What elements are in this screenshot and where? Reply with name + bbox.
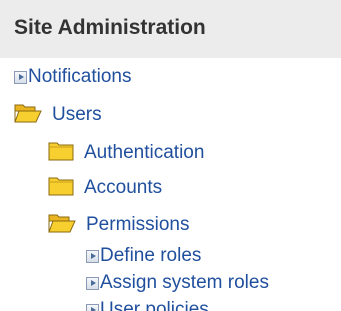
tree-item-permissions[interactable]: Permissions	[48, 210, 189, 240]
tree-item-define-roles[interactable]: Define roles	[86, 241, 201, 271]
admin-tree: Notifications Users Authentication Accou…	[0, 0, 341, 311]
tree-item-label: Authentication	[84, 142, 205, 163]
folder-closed-icon	[48, 140, 74, 167]
tree-item-label: Permissions	[86, 214, 190, 235]
tree-item-label: Users	[52, 104, 102, 125]
tree-item-user-policies[interactable]: User policies	[86, 295, 209, 311]
tree-item-notifications[interactable]: Notifications	[14, 62, 132, 92]
tree-item-accounts[interactable]: Accounts	[48, 173, 162, 203]
tree-item-label: Notifications	[28, 66, 132, 87]
leaf-arrow-icon	[86, 276, 99, 290]
tree-item-label: Define roles	[100, 245, 202, 266]
leaf-arrow-icon	[86, 249, 99, 263]
tree-item-label: User policies	[100, 299, 209, 311]
tree-item-label: Assign system roles	[100, 272, 269, 293]
tree-item-label: Accounts	[84, 177, 163, 198]
folder-open-icon	[14, 102, 42, 129]
leaf-arrow-icon	[86, 303, 99, 311]
folder-closed-icon	[48, 175, 74, 202]
folder-open-icon	[48, 212, 76, 239]
tree-item-authentication[interactable]: Authentication	[48, 138, 204, 168]
site-administration-panel: Site Administration Notifications Users	[0, 0, 341, 311]
leaf-arrow-icon	[14, 70, 27, 84]
tree-item-users[interactable]: Users	[14, 100, 102, 130]
tree-item-assign-system-roles[interactable]: Assign system roles	[86, 268, 269, 298]
